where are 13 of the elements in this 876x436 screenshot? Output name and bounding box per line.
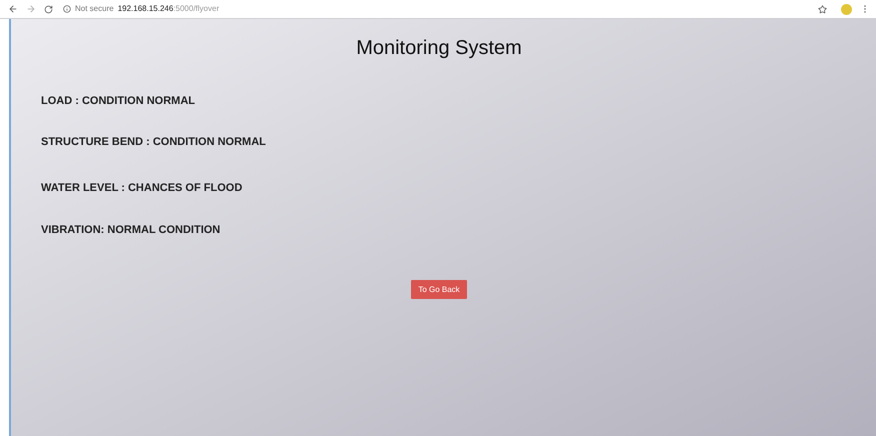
address-bar[interactable]: Not secure 192.168.15.246:5000/flyover [63, 3, 220, 15]
back-button[interactable]: To Go Back [411, 280, 467, 299]
status-text: VIBRATION: NORMAL CONDITION [41, 225, 222, 236]
security-label: Not secure [75, 3, 114, 15]
url-text: 192.168.15.246:5000/flyover [118, 3, 220, 15]
page-title: Monitoring System [355, 38, 523, 58]
reload-icon[interactable] [44, 4, 53, 14]
status-text: LOAD : CONDITION NORMAL [41, 96, 196, 107]
status-text: STRUCTURE BEND : CONDITION NORMAL [41, 137, 267, 148]
back-icon[interactable] [8, 4, 18, 14]
status-text: WATER LEVEL : CHANCES OF FLOOD [41, 183, 244, 194]
bookmark-star-icon[interactable] [818, 4, 827, 14]
info-icon [63, 5, 71, 13]
